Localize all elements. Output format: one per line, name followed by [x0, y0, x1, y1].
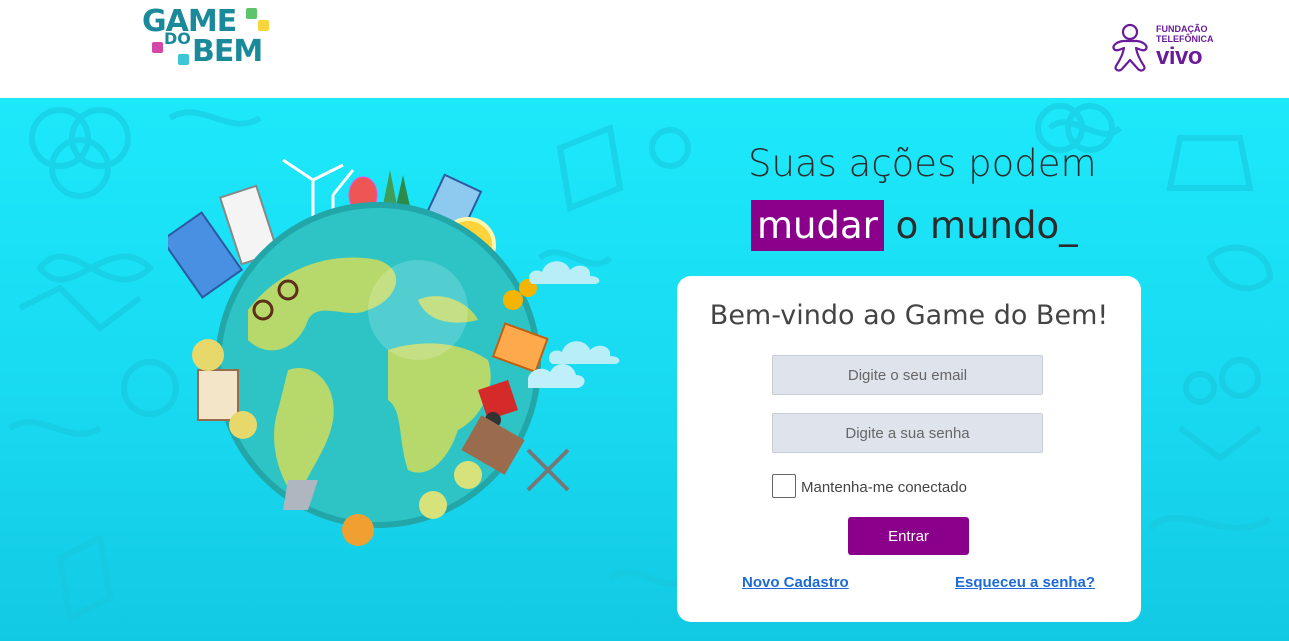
autumn-tree-icon: [342, 514, 374, 546]
logo-square-green: [246, 8, 257, 19]
fundacao-telefonica-vivo-logo[interactable]: FUNDAÇÃO TELEFÔNICA vivo: [1110, 22, 1230, 76]
remember-me-checkbox[interactable]: [772, 474, 796, 498]
logo-vivo-text: vivo: [1156, 43, 1203, 70]
headline-rest: o mundo_: [883, 204, 1078, 247]
password-input[interactable]: [772, 413, 1043, 453]
headline-line2: mudar o mundo_: [751, 200, 1078, 251]
login-title: Bem-vindo ao Game do Bem!: [709, 300, 1109, 331]
game-do-bem-logo[interactable]: GAME DO BEM: [140, 6, 280, 72]
logo-word-do: DO: [164, 29, 191, 48]
login-card: Bem-vindo ao Game do Bem! Mantenha-me co…: [677, 276, 1141, 622]
house-icon: [197, 369, 239, 421]
remember-me-label: Mantenha-me conectado: [801, 479, 967, 496]
logo-square-cyan: [178, 54, 189, 65]
sunflower-icon: [503, 290, 523, 310]
header: GAME DO BEM FUNDAÇÃO TELEFÔNICA vivo: [0, 0, 1289, 98]
cloud-icon: [529, 261, 600, 284]
email-input[interactable]: [772, 355, 1043, 395]
logo-fundacao-text: FUNDAÇÃO TELEFÔNICA: [1156, 24, 1214, 44]
headline-line1: Suas ações podem: [748, 142, 1097, 185]
forgot-password-link[interactable]: Esqueceu a senha?: [955, 574, 1095, 591]
register-link[interactable]: Novo Cadastro: [742, 574, 849, 591]
headline-highlight: mudar: [751, 200, 884, 251]
globe-illustration: [168, 158, 585, 546]
login-submit-button[interactable]: Entrar: [848, 517, 969, 555]
vivo-figure-icon: [1112, 23, 1148, 72]
logo-square-pink: [152, 42, 163, 53]
tree-bush-icon: [192, 339, 224, 371]
cloud-icon: [549, 341, 620, 364]
logo-square-yellow: [258, 20, 269, 31]
windmill-icon: [526, 448, 570, 492]
logo-word-bem: BEM: [192, 34, 263, 69]
